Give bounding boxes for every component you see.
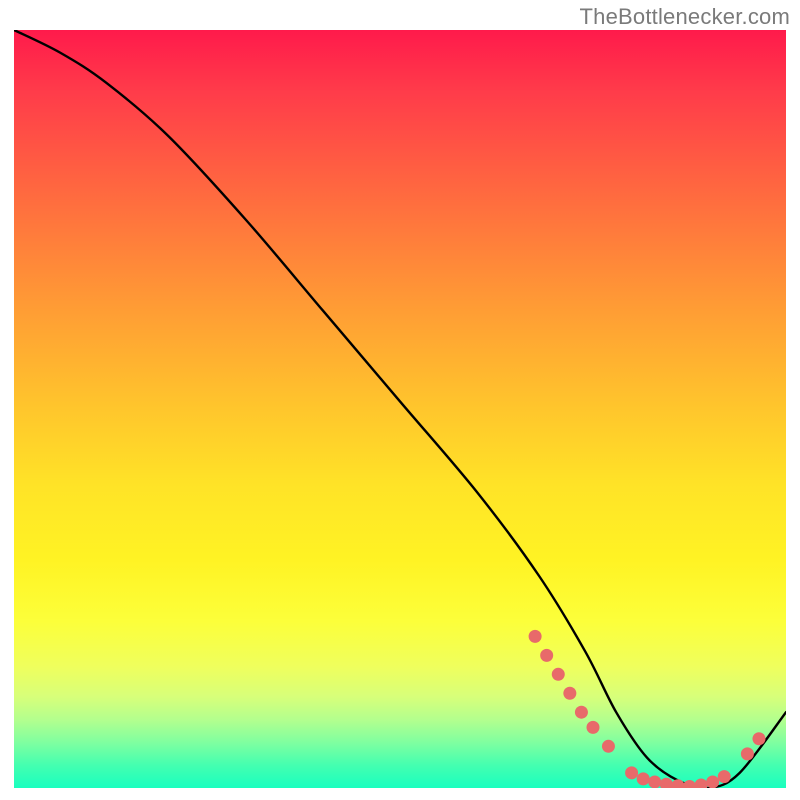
curve-marker <box>637 772 650 785</box>
curve-marker <box>695 778 708 788</box>
curve-marker <box>575 706 588 719</box>
curve-markers <box>529 630 766 788</box>
curve-marker <box>660 778 673 788</box>
bottleneck-curve <box>14 30 786 788</box>
curve-marker <box>587 721 600 734</box>
chart-container: TheBottlenecker.com <box>0 0 800 800</box>
attribution-text: TheBottlenecker.com <box>580 4 790 30</box>
curve-marker <box>706 775 719 788</box>
curve-marker <box>563 687 576 700</box>
chart-svg <box>14 30 786 788</box>
curve-marker <box>741 747 754 760</box>
curve-marker <box>683 780 696 788</box>
curve-marker <box>718 770 731 783</box>
curve-marker <box>602 740 615 753</box>
curve-marker <box>648 775 661 788</box>
plot-area <box>14 30 786 788</box>
curve-marker <box>671 779 684 788</box>
curve-marker <box>529 630 542 643</box>
curve-marker <box>540 649 553 662</box>
curve-marker <box>752 732 765 745</box>
curve-marker <box>625 766 638 779</box>
curve-marker <box>552 668 565 681</box>
